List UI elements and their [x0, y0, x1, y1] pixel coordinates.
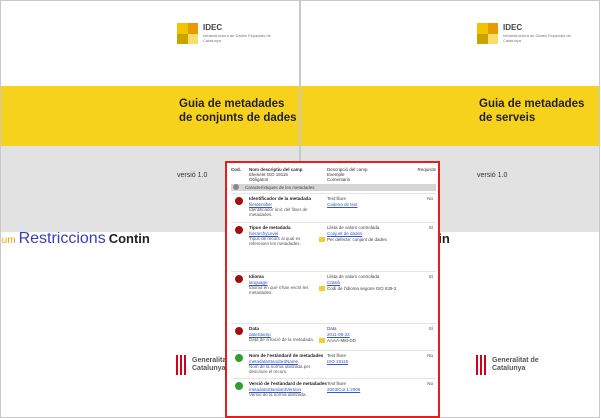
senyera-icon — [176, 355, 188, 375]
table-row[interactable]: Versió de l'estàndard de metadades metada… — [231, 378, 436, 415]
field-detail: Data — [327, 326, 337, 331]
field-description: Versió de la norma utilitzada. — [249, 392, 307, 397]
field-title: Identificador de la metadada — [249, 196, 312, 201]
brand-name: IDEC — [503, 23, 523, 32]
requirement-flag: Sí — [428, 225, 433, 230]
requirement-flag: Sí — [428, 274, 433, 279]
table-row[interactable]: Data dateStamp Data de creació de la metad… — [231, 323, 436, 351]
status-dot-icon — [235, 354, 243, 362]
generalitat-logo: Generalitat de Catalunya — [476, 355, 596, 379]
field-detail[interactable]: 2003/Cor.1:2006 — [327, 387, 422, 392]
brand-subtitle: Infraestructura de Dades Espacials de Ca… — [503, 33, 571, 43]
table-row[interactable]: Identificador de la metadada fileIdentifi… — [231, 193, 436, 223]
word-cloud-line: SumRestriccionsContin — [1, 230, 153, 247]
government-name: Generalitat de Catalunya — [492, 357, 539, 372]
status-dot-icon — [235, 226, 243, 234]
requirement-flag: No — [427, 353, 433, 358]
document-title: Guia de metadades de conjunts de dades — [179, 98, 297, 124]
field-description: Idioma en què s'han escrit les metadades… — [249, 285, 309, 295]
senyera-icon — [476, 355, 488, 375]
status-dot-icon — [235, 275, 243, 283]
field-description: Identificador únic del fitxer de metadad… — [249, 207, 308, 217]
field-description: Nom de la norma utilitzada per descriure… — [249, 364, 311, 374]
field-description: Tipus de recurs al qual es refereixen le… — [249, 236, 301, 246]
requirement-flag: Sí — [428, 326, 433, 331]
note-icon — [319, 338, 325, 343]
status-dot-icon — [235, 327, 243, 335]
field-title: Nom de l'estàndard de metadades — [249, 353, 324, 358]
section-band: Característiques de les metadades — [231, 184, 436, 191]
note-icon — [319, 286, 325, 291]
idec-logo: IDEC Infraestructura de Dades Espacials … — [177, 23, 297, 53]
word-cloud-term: Sum — [1, 235, 16, 246]
field-detail[interactable]: 2011-09-22 — [327, 332, 422, 337]
document-title: Guia de metadades de serveis — [479, 98, 585, 124]
brand-name: IDEC — [203, 23, 223, 32]
table-header: Cod. Nom descriptiu del camp Element ISO… — [231, 167, 436, 183]
word-cloud-term: Contin — [108, 231, 150, 246]
note-icon — [319, 237, 325, 242]
brand-subtitle: Infraestructura de Dades Espacials de Ca… — [203, 33, 271, 43]
requirements-header: Requisits — [417, 167, 436, 172]
section-dot-icon — [233, 184, 239, 190]
status-dot-icon — [235, 382, 243, 390]
table-row[interactable]: Idioma language Idioma en què s'han escrit… — [231, 271, 436, 324]
requirement-flag: No — [427, 196, 433, 201]
code-header: Cod. — [231, 167, 241, 172]
field-title: Data — [249, 326, 259, 331]
metadata-table-preview[interactable]: Cod. Nom descriptiu del camp Element ISO… — [225, 161, 440, 418]
word-cloud-term: Restriccions — [18, 230, 106, 247]
version-label: versió 1.0 — [477, 172, 508, 179]
field-detail: AAAA-MM-DD — [327, 338, 356, 343]
field-detail: Text lliure — [327, 381, 347, 386]
field-description: Data de creació de la metadada. — [249, 337, 315, 342]
field-detail: Text lliure — [327, 353, 347, 358]
field-title: Idioma — [249, 274, 264, 279]
idec-logo: IDEC Infraestructura de Dades Espacials … — [477, 23, 597, 53]
version-label: versió 1.0 — [177, 172, 208, 179]
status-dot-icon — [235, 197, 243, 205]
field-detail: Llista de valors controlada — [327, 274, 380, 279]
field-detail[interactable]: Conjunt de dades — [327, 231, 422, 236]
field-title: Versió de l'estàndard de metadades — [249, 381, 327, 386]
section-title: Característiques de les metadades — [245, 185, 315, 190]
requirement-flag: No — [427, 381, 433, 386]
field-detail[interactable]: Cadena de text — [327, 202, 422, 207]
field-detail: Codi de l'idioma segons ISO 639-2 — [327, 286, 397, 291]
field-detail: Per defecte: conjunt de dades — [327, 237, 387, 242]
field-detail[interactable]: Català — [327, 280, 422, 285]
table-row[interactable]: Tipus de metadada hierarchyLevel Tipus de … — [231, 222, 436, 272]
mandatory-header: Obligatori — [249, 177, 269, 182]
table-row[interactable]: Nom de l'estàndard de metadades metadataS… — [231, 350, 436, 379]
field-title: Tipus de metadada — [249, 225, 291, 230]
field-detail: Llista de valors controlada — [327, 225, 380, 230]
field-detail: Text lliure — [327, 196, 347, 201]
field-detail[interactable]: ISO 19115 — [327, 359, 422, 364]
comments-header: Comentaris — [327, 177, 351, 182]
